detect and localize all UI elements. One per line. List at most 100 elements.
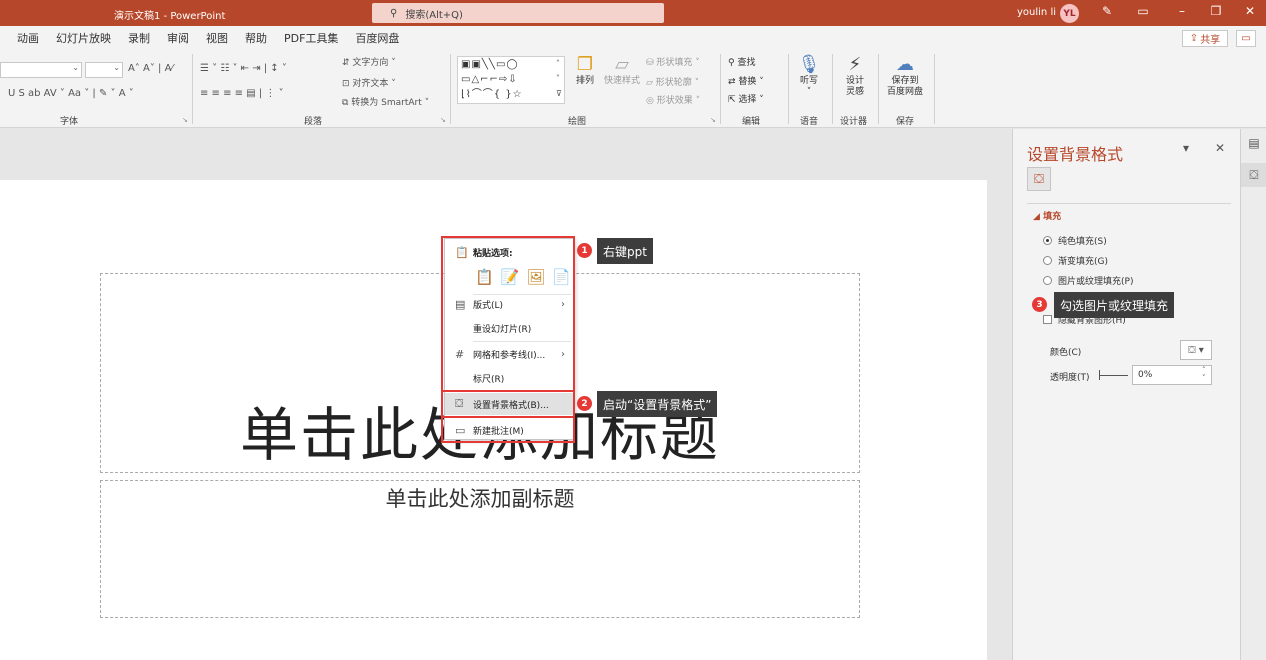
tab-record[interactable]: 录制 xyxy=(128,30,150,46)
fill-color-icon: ⛋ xyxy=(1188,344,1196,356)
paint-bucket-icon: ⛋ xyxy=(1034,171,1044,187)
user-name: youlin li xyxy=(1017,7,1057,18)
tab-help[interactable]: 帮助 xyxy=(245,30,267,46)
arrange-button[interactable]: ❐ 排列 xyxy=(570,54,600,87)
title-bar: 演示文稿1 - PowerPoint ⚲ 搜索(Alt+Q) youlin li… xyxy=(0,0,1266,26)
editing-group-label: 编辑 xyxy=(742,117,761,127)
ribbon-display-icon[interactable]: ▭ xyxy=(1134,4,1152,18)
designer-group-label: 设计器 xyxy=(840,117,868,127)
font-size-buttons[interactable]: A˄ A˅ | A⁄ xyxy=(128,63,173,74)
select-button[interactable]: ⇱ 选择 ˅ xyxy=(728,92,764,105)
share-button[interactable]: ⇪ 共享 xyxy=(1182,30,1228,47)
dictate-button[interactable]: 🎙 听写 ˅ xyxy=(794,54,824,98)
group-divider xyxy=(878,54,879,124)
comments-button[interactable]: ▭ xyxy=(1236,30,1256,47)
quick-styles-label: 快速样式 xyxy=(603,76,640,86)
tab-review[interactable]: 审阅 xyxy=(167,30,189,46)
gradient-fill-radio[interactable] xyxy=(1043,256,1052,265)
chevron-down-icon: ▾ xyxy=(1198,344,1204,356)
group-divider xyxy=(450,54,451,124)
quick-styles-button[interactable]: ▱ 快速样式 xyxy=(602,54,642,87)
step-3-tooltip: 勾选图片或纹理填充 xyxy=(1054,292,1175,318)
transparency-input[interactable]: 0% xyxy=(1132,365,1212,385)
font-size-combo[interactable]: ⌄ xyxy=(85,62,123,78)
document-title: 演示文稿1 - PowerPoint xyxy=(114,11,226,22)
restore-icon[interactable]: ❐ xyxy=(1207,4,1225,18)
shape-fill-button[interactable]: ⛁ 形状填充 ˅ xyxy=(646,55,700,68)
arrange-icon: ❐ xyxy=(576,54,594,75)
voice-group-label: 语音 xyxy=(800,117,819,127)
find-button[interactable]: ⚲ 查找 xyxy=(728,55,755,68)
gradient-fill-label: 渐变填充(G) xyxy=(1058,257,1108,267)
shapes-row-3: ⌊⌇⌒⌒{ }☆ xyxy=(461,89,523,100)
tab-baidu-netdisk[interactable]: 百度网盘 xyxy=(355,30,399,46)
list-buttons[interactable]: ☰ ˅ ☷ ˅ ⇤ ⇥ | ↕ ˅ xyxy=(200,63,287,74)
shape-fill-label: 形状填充 xyxy=(656,58,693,68)
align-buttons[interactable]: ≡ ≡ ≡ ≡ ▤ | ⋮ ˅ xyxy=(200,88,284,99)
fill-section-header[interactable]: ◢ 填充 xyxy=(1033,209,1061,222)
tab-slideshow[interactable]: 幻灯片放映 xyxy=(56,30,111,46)
microphone-icon: 🎙 xyxy=(797,54,821,75)
replace-button[interactable]: ⇄ 替换 ˅ xyxy=(728,74,764,87)
font-launcher-icon[interactable]: ↘ xyxy=(182,116,188,124)
tab-view[interactable]: 视图 xyxy=(206,30,228,46)
minimize-icon[interactable]: – xyxy=(1173,4,1191,18)
dictate-label: 听写 xyxy=(799,76,818,86)
picture-fill-label: 图片或纹理填充(P) xyxy=(1058,277,1134,287)
tab-animations[interactable]: 动画 xyxy=(17,30,39,46)
shape-effects-button[interactable]: ◎ 形状效果 ˅ xyxy=(646,93,700,106)
align-text-button[interactable]: ⊡ 对齐文本 ˅ xyxy=(342,76,396,89)
replace-label: 替换 xyxy=(738,77,757,87)
font-format-buttons[interactable]: U S ab AV ˅ Aa ˅ | ✎ ˅ A ˅ xyxy=(8,88,134,99)
quick-styles-icon: ▱ xyxy=(615,54,629,75)
paragraph-launcher-icon[interactable]: ↘ xyxy=(440,116,446,124)
transparency-slider[interactable] xyxy=(1100,375,1128,376)
step-1-badge: 1 xyxy=(577,243,592,258)
step-2-badge: 2 xyxy=(577,396,592,411)
solid-fill-label: 纯色填充(S) xyxy=(1058,237,1107,247)
fill-tab[interactable]: ⛋ xyxy=(1027,167,1051,191)
search-box[interactable]: ⚲ 搜索(Alt+Q) xyxy=(372,3,664,23)
gradient-fill-option[interactable]: 渐变填充(G) xyxy=(1043,254,1108,267)
shapes-scroll[interactable]: ˄ ˅ ⊽ xyxy=(556,56,562,101)
convert-smartart-button[interactable]: ⧉ 转换为 SmartArt ˅ xyxy=(342,95,429,108)
ribbon: ⌄ ⌄ A˄ A˅ | A⁄ U S ab AV ˅ Aa ˅ | ✎ ˅ A … xyxy=(0,50,1266,128)
step-1-tooltip: 右键ppt xyxy=(597,238,653,264)
find-label: 查找 xyxy=(737,58,756,68)
font-group-label: 字体 xyxy=(60,117,79,127)
paragraph-group-label: 段落 xyxy=(304,117,323,127)
pane-options-icon[interactable]: ▾ xyxy=(1183,141,1189,155)
ribbon-tabs: 动画 幻灯片放映 录制 审阅 视图 帮助 PDF工具集 百度网盘 xyxy=(0,26,1266,50)
design-ideas-button[interactable]: ⚡ 设计 灵感 xyxy=(838,54,872,98)
format-pane-icon[interactable]: ⛋ xyxy=(1241,163,1266,187)
slide-subtitle-text[interactable]: 单击此处添加副标题 xyxy=(100,483,860,513)
drawing-launcher-icon[interactable]: ↘ xyxy=(710,116,716,124)
picture-fill-option[interactable]: 图片或纹理填充(P) xyxy=(1043,274,1133,287)
hide-bg-checkbox[interactable] xyxy=(1043,315,1052,324)
text-direction-button[interactable]: ⇵ 文字方向 ˅ xyxy=(342,55,396,68)
shape-outline-button[interactable]: ▱ 形状轮廓 ˅ xyxy=(646,75,699,88)
transparency-spinner[interactable]: ˄ ˅ xyxy=(1202,366,1206,382)
pane-close-icon[interactable]: ✕ xyxy=(1215,141,1225,155)
pen-icon[interactable]: ✎ xyxy=(1098,4,1116,18)
avatar[interactable]: YL xyxy=(1060,4,1079,23)
pane-title: 设置背景格式 xyxy=(1027,145,1124,164)
group-divider xyxy=(788,54,789,124)
font-name-combo[interactable]: ⌄ xyxy=(0,62,82,78)
picture-fill-radio[interactable] xyxy=(1043,276,1052,285)
convert-smartart-label: 转换为 SmartArt xyxy=(351,98,422,108)
tab-pdf-tools[interactable]: PDF工具集 xyxy=(284,30,338,46)
shapes-gallery[interactable]: ▣▣╲╲▭◯ ▭△⌐⌐⇨⇩ ⌊⌇⌒⌒{ }☆ xyxy=(457,56,565,104)
step-2-tooltip: 启动“设置背景格式” xyxy=(597,391,718,417)
solid-fill-radio[interactable] xyxy=(1043,236,1052,245)
color-label: 颜色(C) xyxy=(1050,348,1082,358)
format-background-pane: 设置背景格式 ▾ ✕ ⛋ ◢ 填充 xyxy=(1012,129,1240,660)
shape-outline-label: 形状轮廓 xyxy=(655,78,692,88)
designer-pane-icon[interactable]: ▤ xyxy=(1241,131,1266,155)
step-3-badge: 3 xyxy=(1032,297,1047,312)
save-to-baidu-button[interactable]: ☁ 保存到 百度网盘 xyxy=(882,54,928,98)
search-icon: ⚲ xyxy=(390,7,398,19)
color-picker-button[interactable]: ⛋ ▾ xyxy=(1180,340,1212,360)
close-icon[interactable]: ✕ xyxy=(1241,4,1259,18)
solid-fill-option[interactable]: 纯色填充(S) xyxy=(1043,234,1107,247)
